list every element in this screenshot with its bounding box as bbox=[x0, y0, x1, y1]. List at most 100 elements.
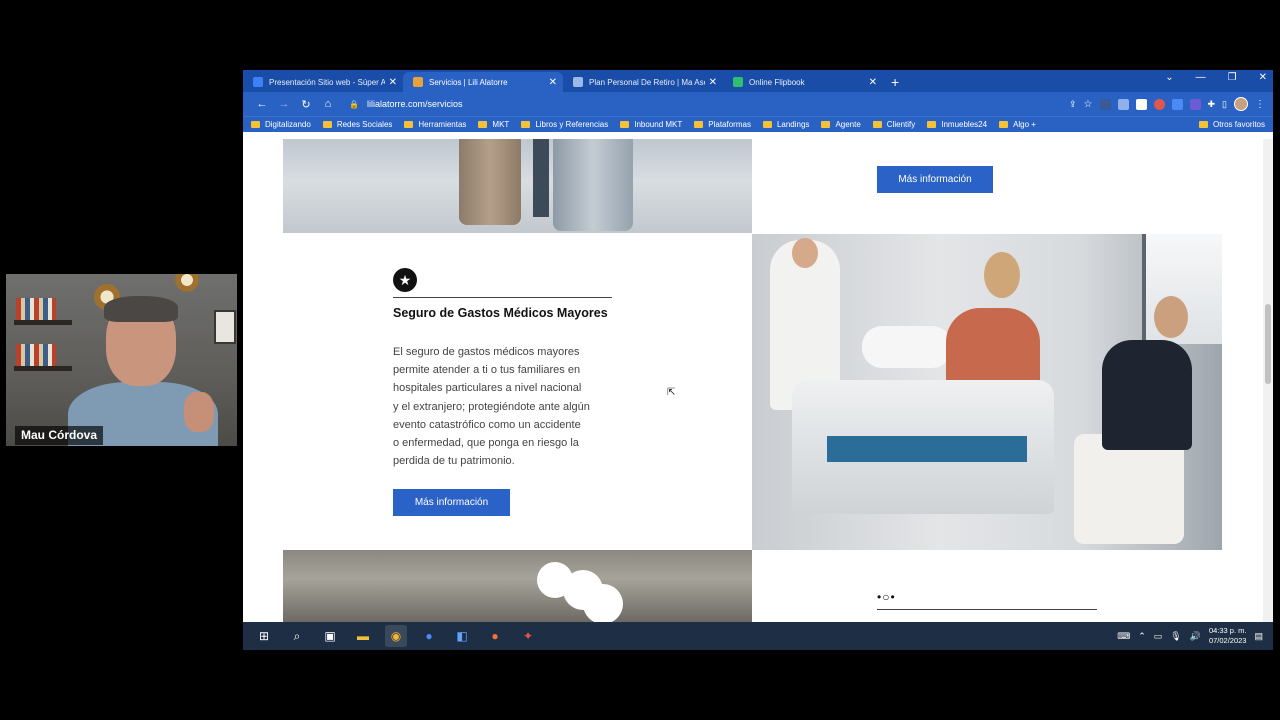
webcam-video: Mau Córdova bbox=[6, 274, 237, 446]
tab-servicios[interactable]: Servicios | Lili Alatorre ✕ bbox=[403, 72, 563, 92]
wall-decor bbox=[172, 274, 202, 292]
address-bar[interactable]: 🔒 lilialatorre.com/servicios bbox=[349, 99, 463, 109]
extension-icon[interactable] bbox=[1117, 98, 1129, 110]
microphone-icon[interactable]: 🎙 bbox=[1170, 631, 1181, 642]
folder-icon bbox=[927, 121, 937, 128]
avatar[interactable] bbox=[1234, 97, 1248, 111]
new-tab-button[interactable]: + bbox=[891, 72, 899, 92]
close-icon[interactable]: ✕ bbox=[389, 77, 397, 88]
network-icon[interactable]: ▭ bbox=[1154, 631, 1163, 642]
bookmark-folder[interactable]: Landings bbox=[762, 120, 809, 129]
reload-icon[interactable]: ↻ bbox=[295, 98, 317, 111]
facebook-icon[interactable] bbox=[1099, 98, 1111, 110]
share-icon[interactable]: ⇪ bbox=[1069, 99, 1077, 110]
sidebar-icon[interactable]: ▯ bbox=[1222, 99, 1227, 110]
scrollbar-thumb[interactable] bbox=[1265, 304, 1271, 384]
page-content: Más información ★ Seguro de Gastos Médic… bbox=[243, 139, 1273, 622]
zoom-icon[interactable]: ● bbox=[418, 625, 440, 647]
divider bbox=[877, 609, 1097, 610]
tab-title: Servicios | Lili Alatorre bbox=[429, 77, 508, 87]
tab-plan-retiro[interactable]: Plan Personal De Retiro | Ma Ase ✕ bbox=[563, 72, 723, 92]
star-icon: ★ bbox=[393, 268, 417, 292]
scrollbar[interactable] bbox=[1263, 139, 1273, 622]
bookmark-folder[interactable]: MKT bbox=[478, 120, 509, 129]
extension-icon[interactable] bbox=[1153, 98, 1165, 110]
card-description: El seguro de gastos médicos mayores perm… bbox=[393, 343, 623, 470]
file-explorer-icon[interactable]: ▬ bbox=[352, 625, 374, 647]
doc-icon bbox=[253, 77, 263, 87]
bookmark-folder[interactable]: Redes Sociales bbox=[322, 120, 392, 129]
folder-icon bbox=[694, 121, 704, 128]
mouse-cursor-icon: ⇱ bbox=[667, 387, 676, 398]
bed-panel bbox=[827, 436, 1027, 462]
person-hand bbox=[184, 392, 214, 432]
home-icon[interactable]: ⌂ bbox=[317, 98, 339, 110]
bookmark-folder[interactable]: Clientify bbox=[872, 120, 915, 129]
visitor bbox=[1102, 340, 1192, 450]
clock[interactable]: 04:33 p. m. 07/02/2023 bbox=[1209, 626, 1247, 646]
folder-icon bbox=[620, 121, 630, 128]
description-line: evento catastrófico como un accidente bbox=[393, 418, 581, 431]
bookmark-folder[interactable]: Digitalizando bbox=[251, 120, 311, 129]
close-icon[interactable]: ✕ bbox=[869, 77, 877, 88]
office-image bbox=[283, 550, 752, 622]
extension-icon[interactable] bbox=[1189, 98, 1201, 110]
bookmark-folder[interactable]: Libros y Referencias bbox=[521, 120, 608, 129]
firefox-icon[interactable]: ● bbox=[484, 625, 506, 647]
lock-icon: 🔒 bbox=[349, 99, 359, 109]
puzzle-icon[interactable]: ✚ bbox=[1208, 99, 1216, 110]
bookmark-folder[interactable]: Plataformas bbox=[694, 120, 751, 129]
visitor-head bbox=[1154, 296, 1188, 338]
notifications-icon[interactable]: ▤ bbox=[1254, 631, 1263, 642]
patient bbox=[862, 326, 952, 368]
browser-window: Presentación Sitio web - Súper A ✕ Servi… bbox=[243, 70, 1273, 622]
folder-icon bbox=[1198, 121, 1208, 128]
chevron-up-icon[interactable]: ⌃ bbox=[1138, 631, 1146, 642]
forward-icon[interactable]: → bbox=[273, 98, 295, 110]
folder-icon bbox=[872, 121, 882, 128]
books bbox=[16, 298, 56, 320]
description-line: y el extranjero; protegiéndote ante algú… bbox=[393, 400, 590, 413]
description-line: o enfermedad, que ponga en riesgo la bbox=[393, 437, 579, 450]
participant-name: Mau Córdova bbox=[15, 426, 104, 445]
maximize-icon[interactable]: ❐ bbox=[1228, 72, 1237, 83]
tab-presentacion[interactable]: Presentación Sitio web - Súper A ✕ bbox=[243, 72, 403, 92]
url-text: lilialatorre.com/servicios bbox=[366, 99, 463, 109]
volume-icon[interactable]: 🔊 bbox=[1190, 631, 1201, 642]
bookmark-folder[interactable]: Herramientas bbox=[404, 120, 466, 129]
app-icon[interactable]: ✦ bbox=[517, 625, 539, 647]
tab-flipbook[interactable]: Online Flipbook ✕ bbox=[723, 72, 883, 92]
close-icon[interactable]: ✕ bbox=[549, 77, 557, 88]
mas-informacion-button[interactable]: Más información bbox=[877, 166, 993, 193]
minimize-icon[interactable]: — bbox=[1196, 72, 1206, 83]
keyboard-icon[interactable]: ⌨ bbox=[1117, 631, 1130, 642]
description-line: permite atender a ti o tus familiares en bbox=[393, 364, 581, 377]
folder-icon bbox=[251, 121, 260, 128]
bookmark-folder[interactable]: Inbound MKT bbox=[620, 120, 682, 129]
back-icon[interactable]: ← bbox=[251, 98, 273, 110]
bookmark-folder[interactable]: Algo + bbox=[999, 120, 1036, 129]
extension-icon[interactable] bbox=[1135, 98, 1147, 110]
extensions: ⇪ ☆ ✚ ▯ ⋮ bbox=[1069, 97, 1265, 111]
mas-informacion-button[interactable]: Más información bbox=[393, 489, 510, 516]
folder-icon bbox=[322, 121, 332, 128]
close-window-icon[interactable]: ✕ bbox=[1259, 72, 1267, 83]
windows-start-icon[interactable]: ⊞ bbox=[253, 625, 275, 647]
chevron-down-icon[interactable]: ⌄ bbox=[1165, 72, 1173, 83]
bookmark-star-icon[interactable]: ☆ bbox=[1084, 99, 1093, 110]
chrome-icon[interactable]: ◉ bbox=[385, 625, 407, 647]
close-icon[interactable]: ✕ bbox=[709, 77, 717, 88]
bookmark-folder[interactable]: Agente bbox=[821, 120, 861, 129]
menu-icon[interactable]: ⋮ bbox=[1255, 99, 1265, 110]
picture-frame bbox=[214, 310, 236, 344]
luggage-image bbox=[283, 139, 752, 233]
store-icon[interactable]: ◧ bbox=[451, 625, 473, 647]
other-bookmarks[interactable]: Otros favoritos bbox=[1198, 120, 1265, 129]
zoom-icon[interactable] bbox=[1171, 98, 1183, 110]
tab-title: Online Flipbook bbox=[749, 77, 805, 87]
card-title: Seguro de Gastos Médicos Mayores bbox=[393, 306, 608, 320]
task-view-icon[interactable]: ▣ bbox=[319, 625, 341, 647]
shelf bbox=[14, 320, 72, 325]
bookmark-folder[interactable]: Inmuebles24 bbox=[927, 120, 987, 129]
search-icon[interactable]: ⌕ bbox=[286, 625, 308, 647]
